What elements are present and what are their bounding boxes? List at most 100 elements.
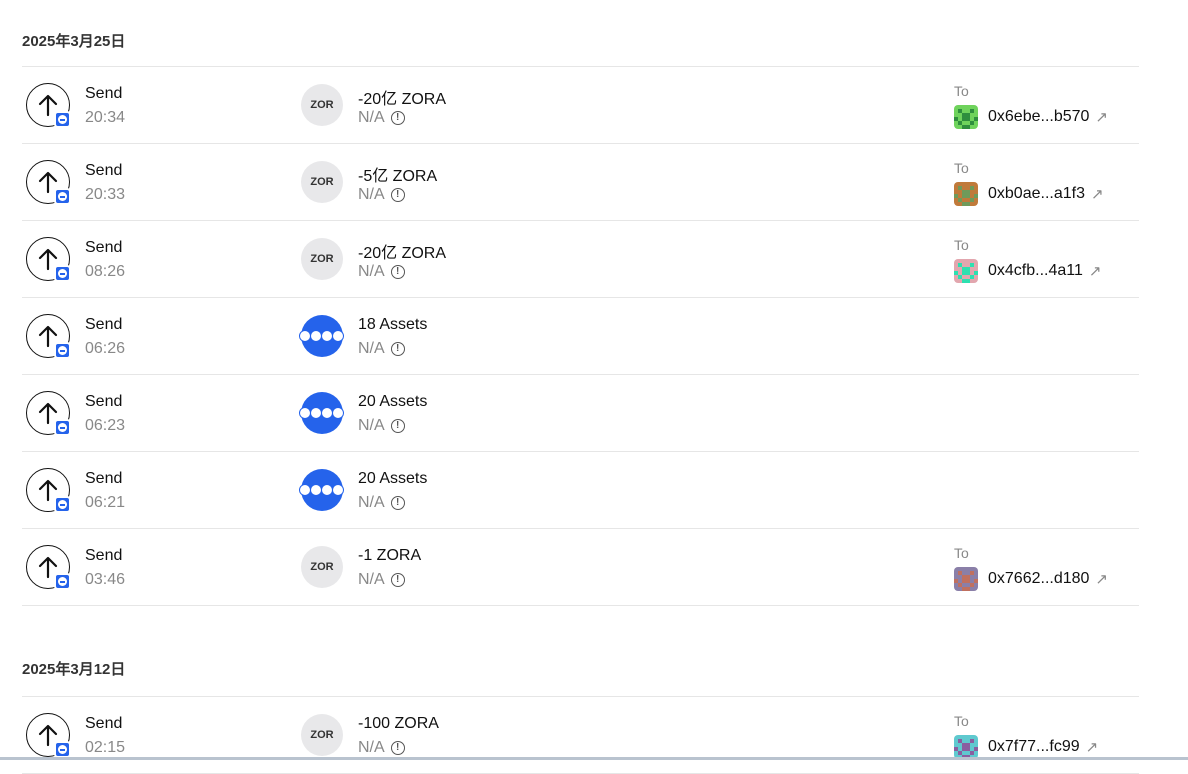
multi-asset-icon <box>299 315 344 357</box>
transaction-value: N/A ! <box>358 494 405 512</box>
base-chain-icon <box>54 265 71 282</box>
transaction-history: 2025年3月25日 Send 20:34 ZOR -20亿 ZORA N/A … <box>22 0 1139 774</box>
recipient-address-link[interactable]: 0xb0ae...a1f3 ↗ <box>954 182 1104 206</box>
external-link-icon[interactable]: ↗ <box>1086 738 1099 756</box>
date-header: 2025年3月25日 <box>22 32 126 50</box>
transaction-value: N/A ! <box>358 263 405 281</box>
transaction-type: Send <box>85 393 123 410</box>
to-label: To <box>954 160 969 176</box>
value-text: N/A <box>358 186 385 203</box>
transaction-row[interactable]: Send 06:23 20 Assets N/A ! <box>22 375 1139 452</box>
info-icon[interactable]: ! <box>390 111 405 125</box>
transaction-amount: -20亿 ZORA <box>358 91 447 108</box>
transaction-row[interactable]: Send 20:34 ZOR -20亿 ZORA N/A ! To 0x6ebe… <box>22 67 1139 144</box>
transaction-time: 02:15 <box>85 739 126 756</box>
info-icon[interactable]: ! <box>390 342 405 356</box>
value-text: N/A <box>358 494 385 511</box>
transaction-row[interactable]: Send 06:21 20 Assets N/A ! <box>22 452 1139 529</box>
recipient-address: 0x7f77...fc99 <box>988 738 1080 755</box>
send-direction-icon <box>26 468 71 513</box>
external-link-icon[interactable]: ↗ <box>1095 108 1108 126</box>
to-label: To <box>954 237 969 253</box>
transaction-time: 20:34 <box>85 109 126 126</box>
recipient-address: 0x7662...d180 <box>988 570 1090 587</box>
value-text: N/A <box>358 109 385 126</box>
info-icon[interactable]: ! <box>390 741 405 755</box>
address-avatar <box>954 259 978 283</box>
address-avatar <box>954 735 978 759</box>
transaction-time: 06:21 <box>85 494 126 511</box>
token-symbol: ZOR <box>310 176 334 188</box>
to-label: To <box>954 545 969 561</box>
transaction-list: Send 20:34 ZOR -20亿 ZORA N/A ! To 0x6ebe… <box>22 66 1139 606</box>
transaction-value: N/A ! <box>358 571 405 589</box>
transaction-row[interactable]: Send 03:46 ZOR -1 ZORA N/A ! To 0x7662..… <box>22 529 1139 606</box>
transaction-amount: 18 Assets <box>358 316 428 333</box>
info-icon[interactable]: ! <box>390 188 405 202</box>
transaction-type: Send <box>85 715 123 732</box>
base-chain-icon <box>54 496 71 513</box>
address-avatar <box>954 182 978 206</box>
value-text: N/A <box>358 263 385 280</box>
send-direction-icon <box>26 713 71 758</box>
info-icon[interactable]: ! <box>390 419 405 433</box>
info-icon[interactable]: ! <box>390 265 405 279</box>
recipient-address: 0x4cfb...4a11 <box>988 262 1083 279</box>
token-symbol: ZOR <box>310 729 334 741</box>
value-text: N/A <box>358 571 385 588</box>
send-direction-icon <box>26 391 71 436</box>
transaction-amount: -1 ZORA <box>358 547 422 564</box>
transaction-amount: -20亿 ZORA <box>358 245 447 262</box>
base-chain-icon <box>54 188 71 205</box>
transaction-list: Send 02:15 ZOR -100 ZORA N/A ! To 0x7f77… <box>22 696 1139 774</box>
external-link-icon[interactable]: ↗ <box>1091 185 1104 203</box>
transaction-amount: 20 Assets <box>358 393 428 410</box>
info-icon[interactable]: ! <box>390 573 405 587</box>
recipient-address-link[interactable]: 0x4cfb...4a11 ↗ <box>954 259 1101 283</box>
base-chain-icon <box>54 573 71 590</box>
transaction-type: Send <box>85 470 123 487</box>
transaction-time: 20:33 <box>85 186 126 203</box>
recipient-address: 0x6ebe...b570 <box>988 108 1090 125</box>
recipient-address: 0xb0ae...a1f3 <box>988 185 1085 202</box>
transaction-time: 06:26 <box>85 340 126 357</box>
transaction-row[interactable]: Send 08:26 ZOR -20亿 ZORA N/A ! To 0x4cfb… <box>22 221 1139 298</box>
recipient-address-link[interactable]: 0x7f77...fc99 ↗ <box>954 735 1098 759</box>
token-symbol: ZOR <box>310 99 334 111</box>
transaction-row[interactable]: Send 02:15 ZOR -100 ZORA N/A ! To 0x7f77… <box>22 697 1139 774</box>
transaction-value: N/A ! <box>358 340 405 358</box>
to-label: To <box>954 83 969 99</box>
transaction-value: N/A ! <box>358 417 405 435</box>
transaction-value: N/A ! <box>358 186 405 204</box>
transaction-time: 03:46 <box>85 571 126 588</box>
send-direction-icon <box>26 314 71 359</box>
transaction-time: 06:23 <box>85 417 126 434</box>
transaction-amount: 20 Assets <box>358 470 428 487</box>
transaction-type: Send <box>85 547 123 564</box>
value-text: N/A <box>358 739 385 756</box>
recipient-address-link[interactable]: 0x6ebe...b570 ↗ <box>954 105 1108 129</box>
value-text: N/A <box>358 340 385 357</box>
send-direction-icon <box>26 83 71 128</box>
base-chain-icon <box>54 741 71 758</box>
token-icon: ZOR <box>301 714 343 756</box>
to-label: To <box>954 713 969 729</box>
transaction-row[interactable]: Send 20:33 ZOR -5亿 ZORA N/A ! To 0xb0ae.… <box>22 144 1139 221</box>
transaction-type: Send <box>85 239 123 256</box>
base-chain-icon <box>54 419 71 436</box>
send-direction-icon <box>26 237 71 282</box>
external-link-icon[interactable]: ↗ <box>1095 570 1108 588</box>
info-icon[interactable]: ! <box>390 496 405 510</box>
recipient-address-link[interactable]: 0x7662...d180 ↗ <box>954 567 1108 591</box>
transaction-amount: -100 ZORA <box>358 715 439 732</box>
token-icon: ZOR <box>301 546 343 588</box>
transaction-value: N/A ! <box>358 739 405 757</box>
token-icon: ZOR <box>301 84 343 126</box>
send-direction-icon <box>26 545 71 590</box>
send-direction-icon <box>26 160 71 205</box>
transaction-type: Send <box>85 316 123 333</box>
transaction-value: N/A ! <box>358 109 405 127</box>
transaction-row[interactable]: Send 06:26 18 Assets N/A ! <box>22 298 1139 375</box>
external-link-icon[interactable]: ↗ <box>1089 262 1102 280</box>
token-icon: ZOR <box>301 161 343 203</box>
